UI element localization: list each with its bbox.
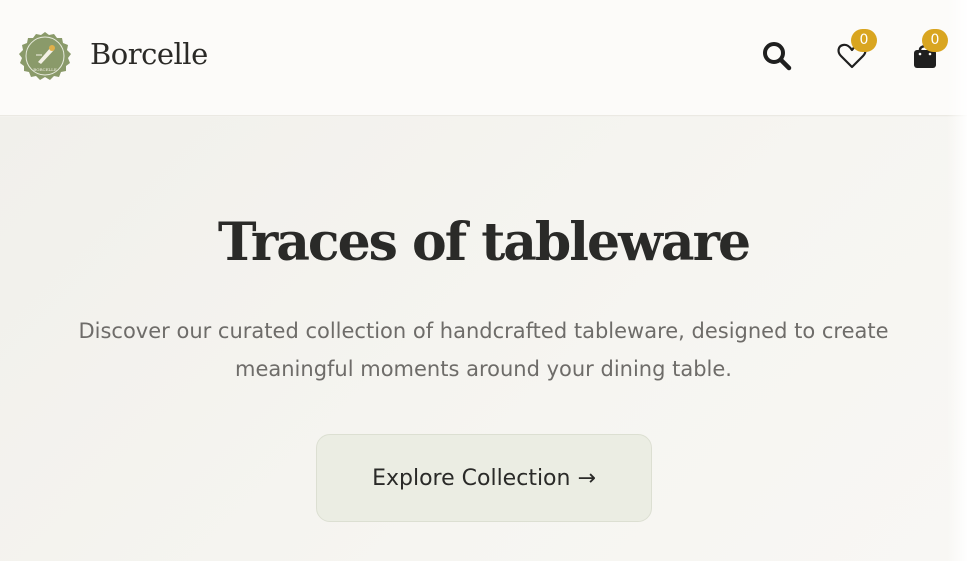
hero-title: Traces of tableware: [217, 212, 751, 273]
cart-count-badge: 0: [922, 29, 948, 52]
hero-subtitle: Discover our curated collection of handc…: [78, 319, 889, 381]
brand-name[interactable]: Borcelle: [90, 37, 208, 71]
search-icon: [763, 42, 792, 71]
wishlist-count-badge: 0: [851, 29, 877, 52]
site-header: BORCELLE Borcelle 0 0: [0, 0, 967, 116]
logo[interactable]: BORCELLE: [18, 31, 72, 83]
explore-collection-button[interactable]: Explore Collection →: [316, 434, 652, 522]
logo-text: BORCELLE: [33, 67, 57, 72]
search-button[interactable]: [761, 40, 793, 72]
logo-emblem-icon: BORCELLE: [19, 32, 71, 80]
